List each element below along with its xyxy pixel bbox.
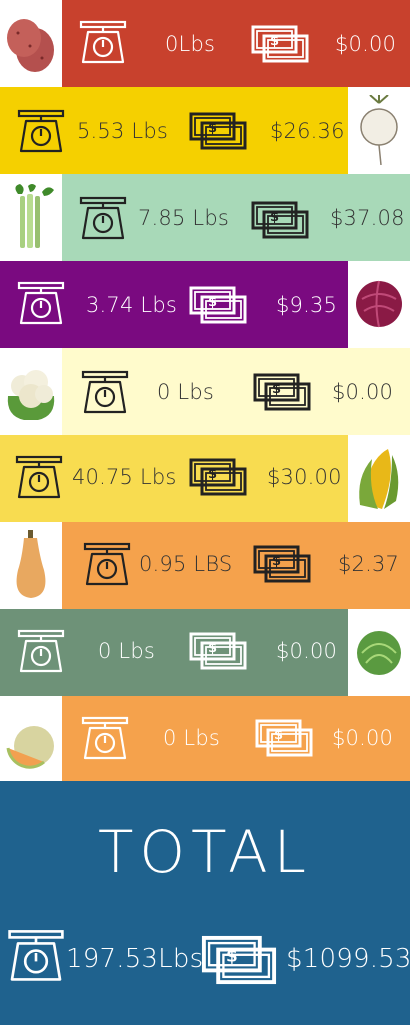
money-icon <box>188 457 248 497</box>
brussels-sprout-icon <box>348 609 410 696</box>
amount-value: $0.00 <box>332 380 394 404</box>
scale-icon <box>82 542 132 587</box>
money-icon <box>250 24 310 64</box>
total-amount: $1099.53 <box>286 944 410 974</box>
produce-row-cauliflower: 0 Lbs $0.00 <box>0 348 410 435</box>
cantaloupe-icon <box>0 696 62 783</box>
potato-icon <box>0 0 62 87</box>
amount-value: $0.00 <box>335 32 397 56</box>
produce-tracker: 0Lbs $0.00 5.53 Lbs $26.36 7.85 Lbs $37.… <box>0 0 410 1025</box>
scale-icon <box>6 928 66 984</box>
produce-row-butternut-squash: 0.95 LBS $2.37 <box>0 522 410 609</box>
scale-icon <box>80 370 130 415</box>
amount-value: $30.00 <box>267 465 342 489</box>
weight-value: 0.95 LBS <box>139 552 233 576</box>
scale-icon <box>16 109 66 154</box>
scale-icon <box>16 629 66 674</box>
money-icon <box>200 934 278 986</box>
produce-row-brussels-sprout: 0 Lbs $0.00 <box>0 609 410 696</box>
produce-row-red-cabbage: 3.74 Lbs $9.35 <box>0 261 410 348</box>
turnip-icon <box>348 87 410 174</box>
produce-row-cantaloupe: 0 Lbs $0.00 <box>0 696 410 783</box>
cauliflower-icon <box>0 348 62 435</box>
weight-value: 5.53 Lbs <box>77 119 169 143</box>
produce-row-celery: 7.85 Lbs $37.08 <box>0 174 410 261</box>
amount-value: $2.37 <box>338 552 400 576</box>
weight-value: 0 Lbs <box>98 639 156 663</box>
scale-icon <box>78 196 128 241</box>
weight-value: 0Lbs <box>165 32 216 56</box>
scale-icon <box>78 20 128 65</box>
red-cabbage-icon <box>348 261 410 348</box>
produce-row-potato: 0Lbs $0.00 <box>0 0 410 87</box>
money-icon <box>188 111 248 151</box>
amount-value: $26.36 <box>270 119 345 143</box>
produce-row-corn: 40.75 Lbs $30.00 <box>0 435 410 522</box>
total-title: TOTAL <box>98 818 312 886</box>
weight-value: 0 Lbs <box>163 726 221 750</box>
money-icon <box>252 372 312 412</box>
weight-value: 40.75 Lbs <box>72 465 177 489</box>
amount-value: $0.00 <box>276 639 338 663</box>
amount-value: $9.35 <box>276 293 338 317</box>
weight-value: 7.85 Lbs <box>138 206 230 230</box>
total-weight: 197.53Lbs <box>66 944 204 974</box>
butternut-squash-icon <box>0 522 62 609</box>
scale-icon <box>16 281 66 326</box>
corn-icon <box>348 435 410 522</box>
celery-icon <box>0 174 62 261</box>
produce-row-turnip: 5.53 Lbs $26.36 <box>0 87 410 174</box>
money-icon <box>250 200 310 240</box>
weight-value: 0 Lbs <box>157 380 215 404</box>
money-icon <box>254 718 314 758</box>
scale-icon <box>80 716 130 761</box>
scale-icon <box>14 455 64 500</box>
money-icon <box>252 544 312 584</box>
weight-value: 3.74 Lbs <box>86 293 178 317</box>
amount-value: $0.00 <box>332 726 394 750</box>
amount-value: $37.08 <box>330 206 405 230</box>
money-icon <box>188 285 248 325</box>
money-icon <box>188 631 248 671</box>
